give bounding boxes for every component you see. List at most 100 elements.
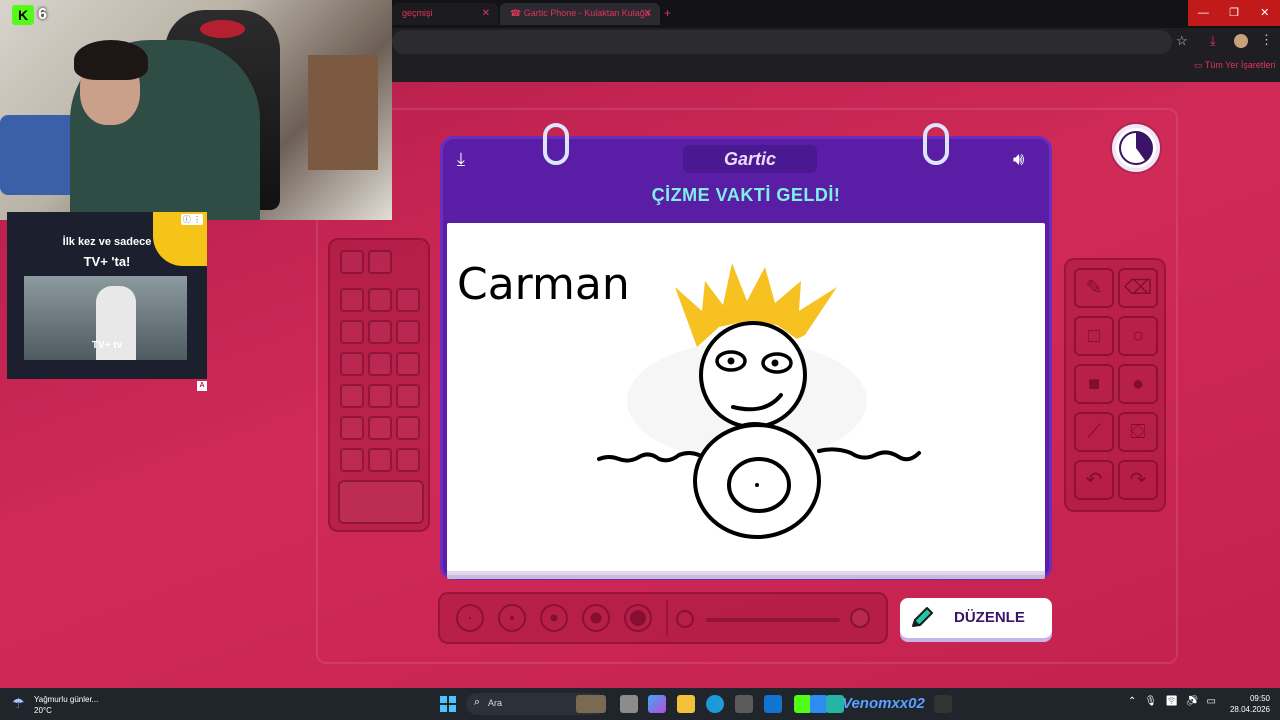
color-swatch[interactable] [340,448,364,472]
color-swatch[interactable] [340,320,364,344]
edge-icon[interactable] [706,695,724,713]
color-swatch[interactable] [340,384,364,408]
weather-summary: Yağmurlu günler... [34,695,99,704]
pencil-icon [912,607,933,627]
plus-icon[interactable]: + [664,6,671,20]
system-tray[interactable]: ⌃🎙︎🛜︎🔊︎▭ [1128,696,1224,707]
tab-label: Gartic Phone - Kulaktan Kulağa [523,8,650,18]
eraser-tool[interactable]: ⌫ [1118,268,1158,308]
color-swatch[interactable] [340,250,364,274]
taskbar: ☂ Yağmurlu günler... 20°C ⌕ Ara Venomxx0… [0,688,1280,720]
filled-ellipse-tool[interactable]: ● [1118,364,1158,404]
opacity-slider-thumb[interactable] [850,608,870,628]
address-bar[interactable] [392,30,1172,54]
line-tool[interactable]: ⟋ [1074,412,1114,452]
star-icon[interactable]: ☆ [1176,33,1188,49]
brush-size-5[interactable] [624,604,652,632]
opacity-slider[interactable] [706,618,840,622]
avatar[interactable] [1234,34,1248,48]
drawing-head [699,321,807,429]
close-icon[interactable]: ✕ [644,8,652,19]
webcam-overlay: K 6 [0,0,392,220]
restore-icon[interactable]: ❐ [1219,0,1250,26]
viewer-count: 6 [38,6,47,23]
brush-size-3[interactable] [540,604,568,632]
brush-controls [438,592,888,644]
color-swatch[interactable] [340,352,364,376]
download-icon[interactable]: ⤓ [457,149,465,170]
weather-widget[interactable]: Yağmurlu günler... 20°C [34,694,98,716]
round-timer [1112,124,1160,172]
viewer-badge: K 6 [12,4,58,26]
app-icon[interactable] [934,695,952,713]
current-color[interactable] [338,480,424,524]
filled-rectangle-tool[interactable]: ■ [1074,364,1114,404]
color-swatch[interactable] [396,320,420,344]
color-swatch[interactable] [368,320,392,344]
fill-tool[interactable]: ⛋ [1118,412,1158,452]
color-swatch[interactable] [396,352,420,376]
close-window-icon[interactable]: ✕ [1249,0,1280,26]
clock[interactable]: 09:50 28.04.2026 [1228,693,1270,715]
binder-ring [923,123,949,165]
minimize-icon[interactable]: — [1188,0,1219,26]
drawing-navel [755,483,759,487]
folder-icon: ▭ [1194,60,1205,70]
advertisement[interactable]: ⓘ ⋮ İlk kez ve sadece TV+ 'ta! TV+ tv [7,212,207,379]
color-swatch[interactable] [340,416,364,440]
ad-choice-badge[interactable]: A [197,381,207,391]
tab-gartic[interactable]: ☎ Gartic Phone - Kulaktan Kulağa ✕ [500,3,660,25]
color-swatch[interactable] [396,416,420,440]
tab-history[interactable]: geçmişi ✕ [392,3,498,25]
ellipse-tool[interactable]: ○ [1118,316,1158,356]
rectangle-tool[interactable]: □ [1074,316,1114,356]
pencil-tool[interactable]: ✎ [1074,268,1114,308]
color-swatch[interactable] [368,384,392,408]
opacity-min-marker [676,610,694,628]
drawing-canvas[interactable]: Carman [447,223,1045,571]
windows-start-icon[interactable] [440,696,456,712]
color-swatch[interactable] [368,448,392,472]
bucket-icon: ⛋ [1130,421,1146,443]
brush-size-4[interactable] [582,604,610,632]
square-filled-icon: ■ [1087,373,1101,395]
tab-label: geçmişi [402,8,433,18]
page-title: ÇİZME VAKTİ GELDİ! [651,185,841,205]
download-icon[interactable]: ⤓ [1210,33,1216,49]
brush-size-1[interactable] [456,604,484,632]
color-swatch[interactable] [368,250,392,274]
outlook-icon[interactable] [764,695,782,713]
window-controls: — ❐ ✕ [1188,0,1280,26]
file-explorer-icon[interactable] [677,695,695,713]
phone-icon: ☎ [510,8,524,18]
color-swatch[interactable] [368,416,392,440]
task-view-icon[interactable] [620,695,638,713]
close-icon[interactable]: ✕ [482,8,490,19]
color-swatch[interactable] [340,288,364,312]
ad-info-icon[interactable]: ⓘ ⋮ [180,214,203,225]
color-swatch[interactable] [368,352,392,376]
streamer-name: Venomxx02 [842,695,925,712]
copilot-icon[interactable] [648,695,666,713]
bookmarks-folder[interactable]: ▭ Tüm Yer İşaretleri [1194,60,1275,71]
color-swatch[interactable] [396,288,420,312]
color-swatch[interactable] [396,448,420,472]
brush-size-2[interactable] [498,604,526,632]
color-swatch[interactable] [368,288,392,312]
store-icon[interactable] [735,695,753,713]
search-icon: ⌕ [474,696,481,708]
search-placeholder: Ara [488,698,503,708]
speaker-icon[interactable]: 🔊︎ [1013,149,1024,170]
undo-tool[interactable]: ↶ [1074,460,1114,500]
redo-tool[interactable]: ↷ [1118,460,1158,500]
edit-button[interactable]: DÜZENLE [900,598,1052,638]
weather-rain-icon[interactable]: ☂ [12,695,25,712]
drawing-left-arm [597,451,701,463]
more-vert-icon[interactable]: ⋮ [1260,32,1273,48]
bookmarks-label: Tüm Yer İşaretleri [1204,60,1276,70]
search-highlight-icon[interactable] [576,695,606,713]
binder-ring [543,123,569,165]
webcam-chair-logo [200,20,245,38]
drawing-left-pupil [727,357,735,365]
color-swatch[interactable] [396,384,420,408]
